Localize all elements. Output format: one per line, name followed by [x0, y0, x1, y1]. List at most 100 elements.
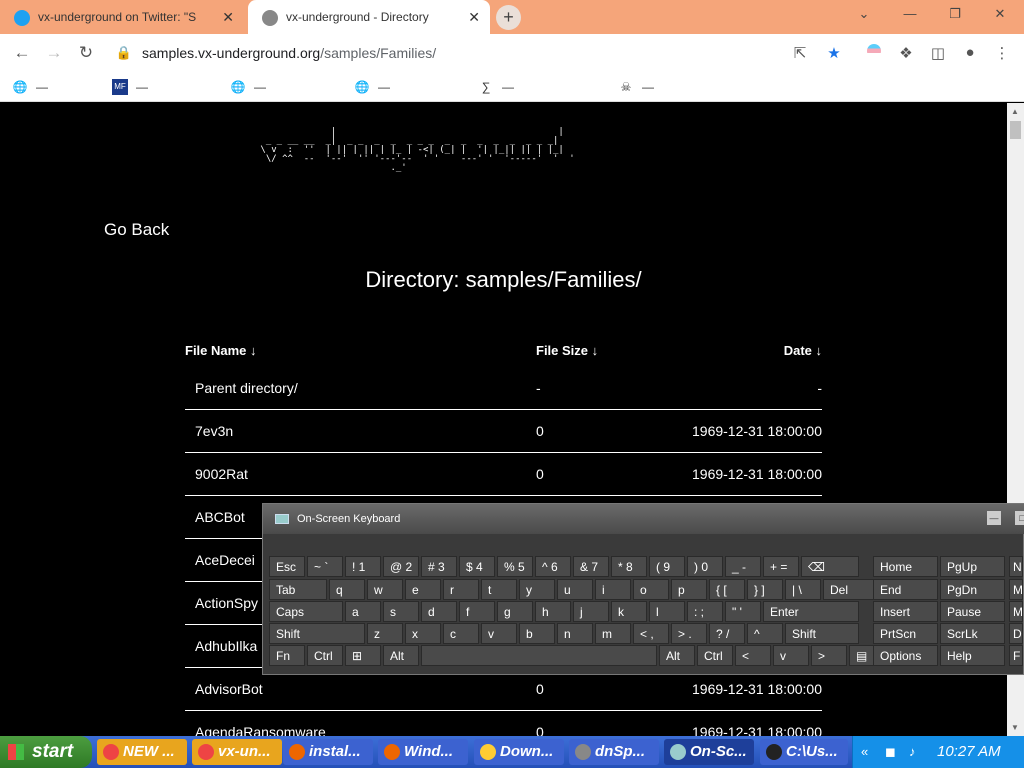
osk-key[interactable]: ( 9 [649, 556, 685, 577]
volume-icon[interactable]: ♪ [909, 744, 916, 759]
osk-nav-key[interactable]: Pause [940, 601, 1005, 622]
extension-pride-icon[interactable] [864, 44, 884, 62]
tab-search-icon[interactable]: ⌄ [854, 6, 874, 22]
osk-key[interactable]: Alt [659, 645, 695, 666]
osk-key[interactable]: ^ 6 [535, 556, 571, 577]
osk-key[interactable]: x [405, 623, 441, 644]
osk-key[interactable]: r [443, 579, 479, 600]
osk-key[interactable]: v [773, 645, 809, 666]
osk-key[interactable]: % 5 [497, 556, 533, 577]
file-name-cell[interactable]: 7ev3n [185, 423, 535, 439]
table-row[interactable]: Parent directory/- - [185, 367, 822, 410]
osk-key[interactable]: ⊞ [345, 645, 381, 666]
osk-key[interactable] [421, 645, 657, 666]
osk-key[interactable]: Ctrl [307, 645, 343, 666]
osk-key[interactable]: Ctrl [697, 645, 733, 666]
osk-key[interactable]: : ; [687, 601, 723, 622]
osk-key[interactable]: a [345, 601, 381, 622]
osk-key[interactable]: Shift [269, 623, 365, 644]
osk-nav-key[interactable]: Help [940, 645, 1005, 666]
menu-kebab-icon[interactable]: ⋮ [992, 44, 1012, 62]
bookmark-item[interactable]: ☠ — [618, 79, 654, 95]
taskbar-item[interactable]: On-Sc... [664, 739, 754, 765]
osk-key[interactable]: u [557, 579, 593, 600]
osk-key[interactable]: t [481, 579, 517, 600]
osk-key[interactable]: & 7 [573, 556, 609, 577]
osk-edge-key[interactable]: M [1009, 601, 1023, 622]
osk-key[interactable]: _ - [725, 556, 761, 577]
taskbar-item[interactable]: vx-un... [192, 739, 282, 765]
table-row[interactable]: 7ev3n 0 1969-12-31 18:00:00 [185, 410, 822, 453]
close-tab-icon[interactable]: ✕ [468, 9, 480, 26]
osk-titlebar[interactable]: On-Screen Keyboard — □ [263, 504, 1024, 534]
osk-key[interactable]: v [481, 623, 517, 644]
osk-minimize-button[interactable]: — [987, 511, 1001, 525]
new-tab-button[interactable]: + [496, 5, 521, 30]
taskbar-item[interactable]: C:\Us... [760, 739, 848, 765]
osk-key[interactable]: o [633, 579, 669, 600]
osk-key[interactable]: * 8 [611, 556, 647, 577]
col-file-size[interactable]: File Size ↓ [535, 343, 655, 358]
osk-key[interactable]: < , [633, 623, 669, 644]
osk-key[interactable]: < [735, 645, 771, 666]
osk-edge-key[interactable]: F [1009, 645, 1023, 666]
bookmark-item[interactable]: ∑ — [478, 79, 514, 95]
taskbar-item[interactable]: instal... [283, 739, 373, 765]
osk-nav-key[interactable]: PgDn [940, 579, 1005, 600]
osk-key[interactable]: ⌫ [801, 556, 859, 577]
osk-nav-key[interactable]: Insert [873, 601, 938, 622]
osk-nav-key[interactable]: PrtScn [873, 623, 938, 644]
osk-key[interactable]: Caps [269, 601, 343, 622]
osk-key[interactable]: { [ [709, 579, 745, 600]
osk-key[interactable]: e [405, 579, 441, 600]
osk-key[interactable]: i [595, 579, 631, 600]
file-name-cell[interactable]: 9002Rat [185, 466, 535, 482]
taskbar-item[interactable]: Wind... [378, 739, 468, 765]
osk-key[interactable]: n [557, 623, 593, 644]
osk-key[interactable]: m [595, 623, 631, 644]
tab-vx-directory[interactable]: vx-underground - Directory ✕ [248, 0, 490, 34]
osk-edge-key[interactable]: D [1009, 623, 1023, 644]
osk-key[interactable]: f [459, 601, 495, 622]
osk-key[interactable]: ^ [747, 623, 783, 644]
profile-avatar-icon[interactable]: ● [960, 44, 980, 61]
scroll-down-icon[interactable]: ▼ [1011, 723, 1019, 732]
osk-key[interactable]: Shift [785, 623, 859, 644]
osk-key[interactable]: Alt [383, 645, 419, 666]
close-window-button[interactable]: ✕ [990, 6, 1010, 22]
minimize-button[interactable]: — [900, 6, 920, 21]
tray-expand-icon[interactable]: « [861, 744, 868, 759]
col-date[interactable]: Date ↓ [655, 343, 822, 358]
bookmark-item[interactable]: 🌐 — [230, 79, 266, 95]
url-field[interactable]: samples.vx-underground.org/samples/Famil… [142, 45, 436, 61]
osk-key[interactable]: > . [671, 623, 707, 644]
osk-edge-key[interactable]: M [1009, 579, 1023, 600]
osk-key[interactable]: w [367, 579, 403, 600]
osk-nav-key[interactable]: ScrLk [940, 623, 1005, 644]
osk-key[interactable]: z [367, 623, 403, 644]
osk-key[interactable]: ? / [709, 623, 745, 644]
osk-key[interactable]: y [519, 579, 555, 600]
bookmark-item[interactable]: 🌐 — [12, 79, 48, 95]
go-back-link[interactable]: Go Back [104, 220, 169, 240]
scrollbar-thumb[interactable] [1010, 121, 1021, 139]
osk-nav-key[interactable]: End [873, 579, 938, 600]
osk-key[interactable]: ) 0 [687, 556, 723, 577]
osk-key[interactable]: ~ ` [307, 556, 343, 577]
osk-key[interactable]: s [383, 601, 419, 622]
side-panel-icon[interactable]: ◫ [928, 44, 948, 62]
scroll-up-icon[interactable]: ▲ [1011, 107, 1019, 116]
file-name-cell[interactable]: Parent directory/ [185, 380, 535, 396]
close-tab-icon[interactable]: ✕ [222, 9, 234, 26]
osk-key[interactable]: $ 4 [459, 556, 495, 577]
osk-key[interactable]: Tab [269, 579, 327, 600]
osk-key[interactable]: Fn [269, 645, 305, 666]
bookmark-item[interactable]: MF — [112, 79, 148, 95]
bookmark-item[interactable]: 🌐 — [354, 79, 390, 95]
taskbar-item[interactable]: NEW ... [97, 739, 187, 765]
osk-close-button[interactable]: □ [1015, 511, 1024, 525]
col-file-name[interactable]: File Name ↓ [185, 343, 535, 358]
osk-key[interactable]: h [535, 601, 571, 622]
osk-key[interactable]: p [671, 579, 707, 600]
osk-key[interactable]: b [519, 623, 555, 644]
